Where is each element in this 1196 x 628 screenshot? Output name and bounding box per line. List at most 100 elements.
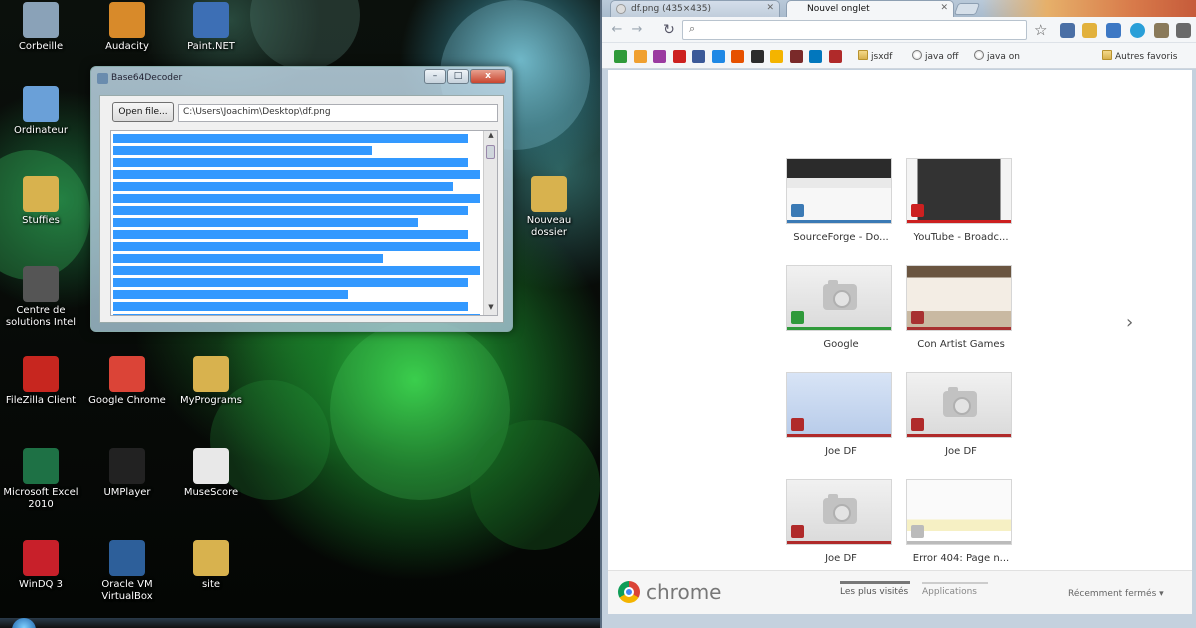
bookmark-java-off[interactable]: java off bbox=[912, 50, 958, 62]
recycle-bin-icon bbox=[23, 2, 59, 38]
bookmark-favicon-icon[interactable] bbox=[692, 50, 705, 63]
tile-thumbnail bbox=[906, 158, 1012, 224]
bookmark-favicon-icon[interactable] bbox=[809, 50, 822, 63]
desktop-shortcut[interactable]: UMPlayer bbox=[86, 448, 168, 499]
close-tab-icon[interactable]: ✕ bbox=[940, 3, 948, 13]
bookmark-java-on[interactable]: java on bbox=[974, 50, 1020, 62]
extension-settings-icon[interactable] bbox=[1154, 23, 1169, 38]
extension-ie-icon[interactable] bbox=[1130, 23, 1145, 38]
desktop-shortcut[interactable]: Microsoft Excel 2010 bbox=[0, 448, 82, 511]
open-file-button[interactable]: Open file... bbox=[112, 102, 174, 122]
maximize-button[interactable]: □ bbox=[447, 69, 469, 84]
tile-color-bar bbox=[787, 220, 891, 223]
desktop-shortcut[interactable]: Audacity bbox=[86, 2, 168, 53]
desktop-shortcut-label: Google Chrome bbox=[88, 395, 166, 406]
tab-image[interactable]: df.png (435×435) ✕ bbox=[610, 0, 780, 17]
bookmark-star-icon[interactable]: ☆ bbox=[1034, 21, 1047, 39]
footer-tab-apps[interactable]: Applications bbox=[922, 582, 988, 597]
wrench-menu-icon[interactable] bbox=[1176, 23, 1191, 38]
site-favicon-icon bbox=[911, 418, 924, 431]
desktop-shortcut[interactable]: Stuffies bbox=[0, 176, 82, 227]
bookmark-favicon-icon[interactable] bbox=[614, 50, 627, 63]
tile-color-bar bbox=[907, 434, 1011, 437]
desktop-shortcut-label: Paint.NET bbox=[187, 41, 235, 52]
most-visited-tile[interactable]: YouTube - Broadc... bbox=[906, 158, 1016, 243]
desktop-shortcut-label: MyPrograms bbox=[180, 395, 242, 406]
bookmark-favicon-icon[interactable] bbox=[672, 50, 686, 63]
bookmark-folder-jsxdf[interactable]: jsxdf bbox=[858, 50, 892, 62]
bookmark-favicon-icon[interactable] bbox=[653, 50, 666, 63]
most-visited-tile[interactable]: Joe DF bbox=[906, 372, 1016, 457]
bookmark-label: Autres favoris bbox=[1115, 52, 1178, 62]
base64-output-textarea[interactable]: ▲ ▼ bbox=[110, 130, 498, 316]
desktop-shortcut[interactable]: Ordinateur bbox=[0, 86, 82, 137]
desktop-shortcut[interactable]: Paint.NET bbox=[170, 2, 252, 53]
wallpaper-bokeh bbox=[470, 420, 600, 550]
scroll-up-icon[interactable]: ▲ bbox=[484, 131, 497, 143]
extension-window-icon[interactable] bbox=[1106, 23, 1121, 38]
bookmark-label: java on bbox=[987, 52, 1020, 62]
most-visited-tile[interactable]: Google bbox=[786, 265, 896, 350]
file-path-field[interactable]: C:\Users\Joachim\Desktop\df.png bbox=[178, 104, 498, 122]
page-favicon-icon bbox=[616, 4, 626, 14]
base64-decoder-window[interactable]: Base64Decoder – □ x Open file... C:\User… bbox=[90, 66, 513, 332]
titlebar-background bbox=[982, 0, 1196, 17]
address-input[interactable] bbox=[703, 23, 1023, 38]
audacity-icon bbox=[109, 2, 145, 38]
desktop-shortcut[interactable]: MuseScore bbox=[170, 448, 252, 499]
minimize-button[interactable]: – bbox=[424, 69, 446, 84]
bookmark-label: jsxdf bbox=[871, 52, 893, 62]
scroll-thumb[interactable] bbox=[486, 145, 495, 159]
selected-text-line bbox=[113, 314, 480, 315]
recently-closed-menu[interactable]: Récemment fermés ▾ bbox=[1068, 589, 1164, 599]
desktop-shortcut[interactable]: WinDQ 3 bbox=[0, 540, 82, 591]
desktop-shortcut[interactable]: MyPrograms bbox=[170, 356, 252, 407]
bookmark-favicon-icon[interactable] bbox=[828, 50, 842, 63]
back-arrow-icon[interactable]: ← bbox=[608, 21, 626, 39]
desktop-shortcut[interactable]: site bbox=[170, 540, 252, 591]
desktop-shortcut[interactable]: FileZilla Client bbox=[0, 356, 82, 407]
desktop-shortcut[interactable]: Oracle VM VirtualBox bbox=[86, 540, 168, 603]
selected-text-line bbox=[113, 194, 480, 203]
most-visited-tile[interactable]: Con Artist Games bbox=[906, 265, 1016, 350]
bookmark-favicon-icon[interactable] bbox=[789, 50, 803, 63]
window-title: Base64Decoder bbox=[111, 73, 183, 83]
bookmark-favicon-icon[interactable] bbox=[750, 50, 764, 63]
footer-tab-most-visited[interactable]: Les plus visités bbox=[840, 581, 910, 597]
bookmark-favicon-icon[interactable] bbox=[731, 50, 744, 63]
app-window-icon bbox=[97, 73, 108, 84]
extension-rss-icon[interactable] bbox=[1082, 23, 1097, 38]
other-bookmarks[interactable]: Autres favoris bbox=[1102, 50, 1177, 62]
next-page-chevron-icon[interactable]: › bbox=[1126, 312, 1133, 333]
tab-new-tab[interactable]: Nouvel onglet ✕ bbox=[786, 0, 954, 17]
new-tab-button[interactable] bbox=[953, 3, 981, 15]
close-button[interactable]: x bbox=[470, 69, 506, 84]
reload-icon[interactable]: ↻ bbox=[660, 21, 678, 39]
new-tab-page: SourceForge - Do... YouTube - Broadc... Go… bbox=[608, 70, 1192, 570]
bookmark-favicon-icon[interactable] bbox=[633, 50, 647, 63]
desktop-shortcut-label: Oracle VM VirtualBox bbox=[101, 579, 153, 602]
tile-color-bar bbox=[907, 220, 1011, 223]
bookmark-favicon-icon[interactable] bbox=[770, 50, 783, 63]
selected-text-line bbox=[113, 278, 469, 287]
tile-thumbnail bbox=[786, 372, 892, 438]
extension-translate-icon[interactable] bbox=[1060, 23, 1075, 38]
tile-thumbnail bbox=[906, 479, 1012, 545]
desktop-shortcut[interactable]: Google Chrome bbox=[86, 356, 168, 407]
selected-text-line bbox=[113, 206, 469, 215]
most-visited-tile[interactable]: Joe DF bbox=[786, 479, 896, 564]
selected-text-line bbox=[113, 290, 349, 299]
desktop-shortcut-label: Audacity bbox=[105, 41, 149, 52]
desktop-shortcut[interactable]: Centre de solutions Intel bbox=[0, 266, 82, 329]
forward-arrow-icon[interactable]: → bbox=[628, 21, 646, 39]
omnibox[interactable]: ⌕ bbox=[682, 20, 1027, 40]
scroll-down-icon[interactable]: ▼ bbox=[484, 303, 497, 315]
most-visited-tile[interactable]: SourceForge - Do... bbox=[786, 158, 896, 243]
most-visited-tile[interactable]: Joe DF bbox=[786, 372, 896, 457]
most-visited-tile[interactable]: Error 404: Page n... bbox=[906, 479, 1016, 564]
desktop-shortcut[interactable]: Corbeille bbox=[0, 2, 82, 53]
desktop-shortcut[interactable]: Nouveau dossier bbox=[508, 176, 590, 239]
vertical-scrollbar[interactable]: ▲ ▼ bbox=[483, 131, 497, 315]
close-tab-icon[interactable]: ✕ bbox=[766, 3, 774, 13]
bookmark-favicon-icon[interactable] bbox=[711, 50, 725, 63]
